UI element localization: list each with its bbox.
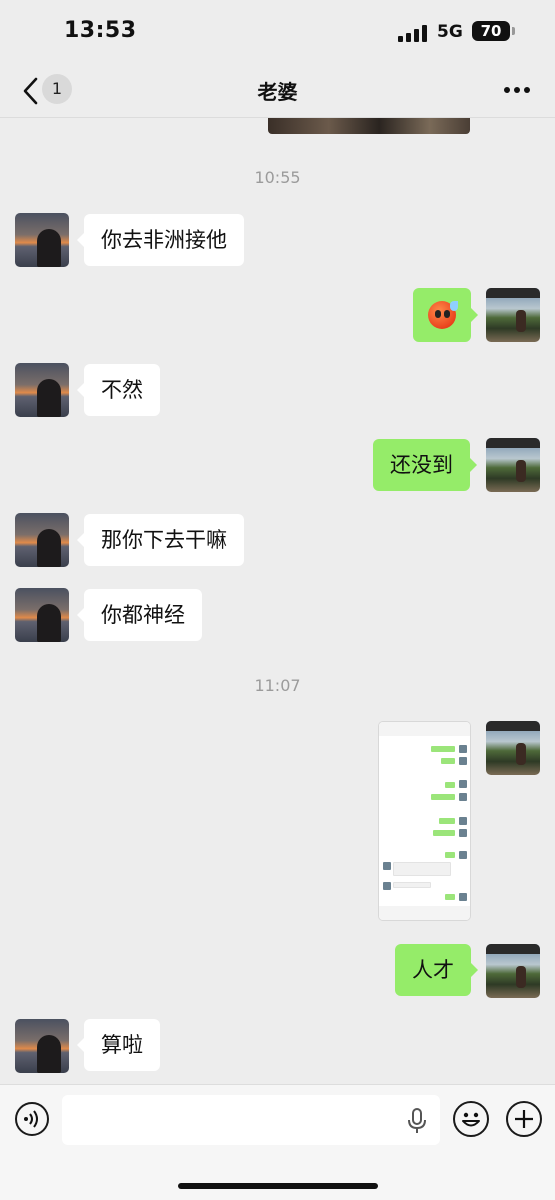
hot-sweat-face-emoji — [428, 301, 458, 329]
message-bubble-received[interactable]: 不然 — [77, 364, 160, 416]
emoji-icon[interactable] — [453, 1101, 489, 1137]
mic-icon[interactable] — [407, 1108, 427, 1134]
message-bubble-received[interactable]: 那你下去干嘛 — [77, 514, 244, 566]
avatar-wife[interactable] — [15, 588, 69, 642]
avatar-wife[interactable] — [15, 1019, 69, 1073]
avatar-me[interactable] — [486, 944, 540, 998]
avatar-me[interactable] — [486, 438, 540, 492]
chat-title: 老婆 — [257, 80, 298, 104]
message-bubble-received[interactable]: 你去非洲接他 — [77, 214, 244, 266]
home-indicator — [178, 1183, 378, 1189]
battery-icon: 70 — [472, 21, 510, 41]
timestamp: 11:07 — [254, 676, 301, 695]
network-label: 5G — [437, 22, 463, 42]
chat-screenshot-thumbnail[interactable] — [378, 721, 471, 921]
avatar-me[interactable] — [486, 288, 540, 342]
avatar-wife[interactable] — [15, 513, 69, 567]
avatar-wife[interactable] — [15, 213, 69, 267]
avatar-me[interactable] — [486, 721, 540, 775]
battery-cap — [512, 27, 515, 35]
chat-area[interactable]: 10:55 你去非洲接他 不然 还没到 那你下去干嘛 你都神经 11:07 人才… — [0, 118, 555, 1084]
nav-bar: 1 老婆 — [0, 64, 555, 118]
signal-icon — [398, 24, 428, 42]
voice-icon[interactable] — [15, 1102, 49, 1136]
message-bubble-received[interactable]: 算啦 — [77, 1019, 160, 1071]
message-bubble-sent[interactable]: 还没到 — [373, 439, 477, 491]
message-input[interactable] — [62, 1095, 440, 1145]
status-bar: 13:53 5G 70 — [0, 0, 555, 64]
more-icon[interactable] — [504, 86, 532, 94]
message-bubble-received[interactable]: 你都神经 — [77, 589, 202, 641]
message-bubble-sent[interactable]: 人才 — [395, 944, 478, 996]
avatar-wife[interactable] — [15, 363, 69, 417]
previous-image-message[interactable] — [268, 118, 470, 134]
message-bubble-sent-emoji[interactable] — [413, 288, 478, 342]
status-time: 13:53 — [64, 18, 137, 43]
timestamp: 10:55 — [254, 168, 301, 187]
input-bar — [0, 1084, 555, 1200]
plus-icon[interactable] — [506, 1101, 542, 1137]
